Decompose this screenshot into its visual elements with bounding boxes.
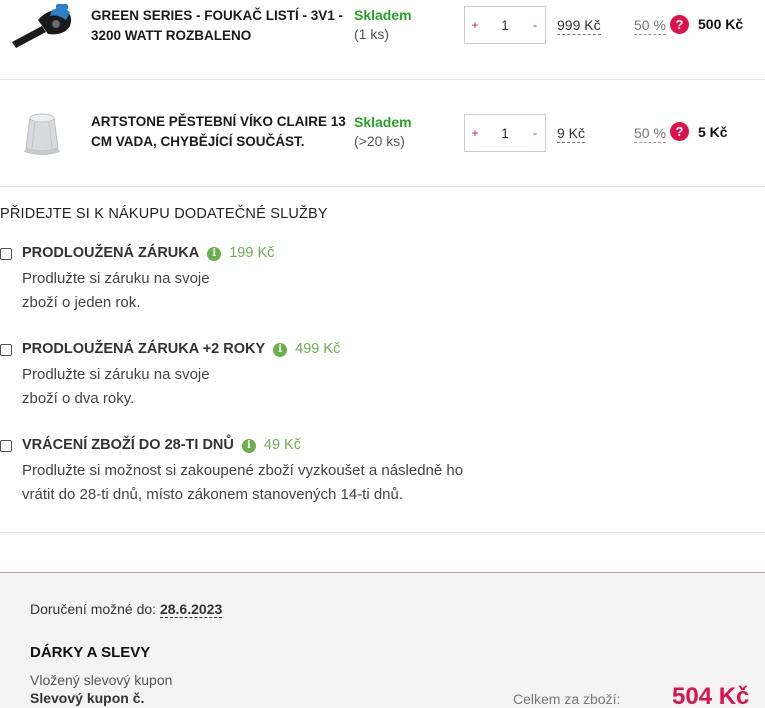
product-name[interactable]: ARTSTONE PĚSTEBNÍ VÍKO CLAIRE 13 CM VADA… bbox=[91, 112, 349, 152]
service-description: Prodlužte si záruku na svoje zboží o dva… bbox=[22, 363, 210, 411]
qty-plus-button[interactable]: + bbox=[465, 7, 485, 43]
service-title-row: PRODLOUŽENÁ ZÁRUKA i 199 Kč bbox=[22, 245, 274, 261]
discount-value: 50 % bbox=[634, 17, 666, 35]
info-icon[interactable]: i bbox=[207, 247, 222, 261]
stock-status: Skladem bbox=[354, 114, 412, 130]
stock-count: (>20 ks) bbox=[354, 133, 405, 149]
service-title[interactable]: PRODLOUŽENÁ ZÁRUKA bbox=[22, 245, 199, 261]
info-icon[interactable]: i bbox=[273, 343, 288, 357]
service-description-line: zboží o dva roky. bbox=[22, 390, 135, 407]
stock-status: Skladem bbox=[354, 7, 412, 23]
quantity-input[interactable]: 1 bbox=[485, 7, 525, 43]
service-title-row: PRODLOUŽENÁ ZÁRUKA +2 ROKY i 499 Kč bbox=[22, 341, 340, 357]
info-icon[interactable]: i bbox=[241, 439, 256, 453]
qty-minus-button[interactable]: - bbox=[525, 115, 545, 151]
discount-value: 50 % bbox=[634, 125, 666, 143]
service-checkbox[interactable] bbox=[0, 248, 12, 260]
cart-item: ARTSTONE PĚSTEBNÍ VÍKO CLAIRE 13 CM VADA… bbox=[0, 80, 765, 187]
product-name[interactable]: GREEN SERIES - FOUKAČ LISTÍ - 3V1 - 3200… bbox=[91, 6, 349, 46]
services-heading: PŘIDEJTE SI K NÁKUPU DODATEČNÉ SLUŽBY bbox=[0, 206, 328, 222]
service-description-line: zboží o jeden rok. bbox=[22, 294, 141, 311]
service-checkbox[interactable] bbox=[0, 344, 12, 356]
service-checkbox[interactable] bbox=[0, 440, 12, 452]
plant-cover-icon[interactable] bbox=[20, 110, 64, 158]
delivery-info: Doručení možné do: 28.6.2023 bbox=[30, 601, 223, 618]
service-description-line: Prodlužte si možnost si zakoupené zboží … bbox=[22, 462, 464, 479]
section-divider bbox=[0, 532, 765, 533]
service-price: 199 Kč bbox=[229, 245, 275, 261]
unit-price: 999 Kč bbox=[557, 17, 601, 35]
service-description-line: Prodlužte si záruku na svoje bbox=[22, 270, 210, 287]
coupon-label: Vložený slevový kupon bbox=[30, 672, 173, 688]
quantity-stepper: + 1 - bbox=[464, 114, 546, 152]
service-title[interactable]: PRODLOUŽENÁ ZÁRUKA +2 ROKY bbox=[22, 341, 265, 357]
quantity-stepper: + 1 - bbox=[464, 6, 546, 44]
service-price: 499 Kč bbox=[295, 341, 341, 357]
service-title-row: VRÁCENÍ ZBOŽÍ DO 28-TI DNŮ i 49 Kč bbox=[22, 437, 301, 453]
total-price: 504 Kč bbox=[672, 683, 750, 708]
delivery-date[interactable]: 28.6.2023 bbox=[159, 601, 223, 618]
cart-item: GREEN SERIES - FOUKAČ LISTÍ - 3V1 - 3200… bbox=[0, 0, 765, 80]
service-description-line: vrátit do 28-ti dnů, místo zákonem stano… bbox=[22, 486, 404, 503]
unit-price: 9 Kč bbox=[557, 125, 586, 143]
coupon-value: Slevový kupon č. bbox=[30, 690, 145, 706]
service-title[interactable]: VRÁCENÍ ZBOŽÍ DO 28-TI DNŮ bbox=[22, 437, 234, 453]
stock-info: Skladem (>20 ks) bbox=[354, 113, 412, 151]
item-total: 5 Kč bbox=[698, 124, 728, 140]
help-icon[interactable]: ? bbox=[670, 15, 689, 34]
quantity-input[interactable]: 1 bbox=[485, 115, 525, 151]
leaf-blower-icon[interactable] bbox=[8, 2, 74, 50]
service-description-line: Prodlužte si záruku na svoje bbox=[22, 366, 210, 383]
cart-summary: Doručení možné do: 28.6.2023 DÁRKY A SLE… bbox=[0, 572, 765, 708]
item-total: 500 Kč bbox=[698, 16, 744, 32]
help-icon[interactable]: ? bbox=[670, 122, 689, 141]
qty-minus-button[interactable]: - bbox=[525, 7, 545, 43]
service-description: Prodlužte si záruku na svoje zboží o jed… bbox=[22, 267, 210, 315]
delivery-label: Doručení možné do: bbox=[30, 601, 157, 617]
service-price: 49 Kč bbox=[263, 437, 301, 453]
gifts-heading: DÁRKY A SLEVY bbox=[30, 644, 151, 661]
qty-plus-button[interactable]: + bbox=[465, 115, 485, 151]
stock-info: Skladem (1 ks) bbox=[354, 6, 412, 44]
service-description: Prodlužte si možnost si zakoupené zboží … bbox=[22, 459, 463, 507]
total-label: Celkem za zboží: bbox=[513, 691, 621, 707]
stock-count: (1 ks) bbox=[354, 26, 389, 42]
